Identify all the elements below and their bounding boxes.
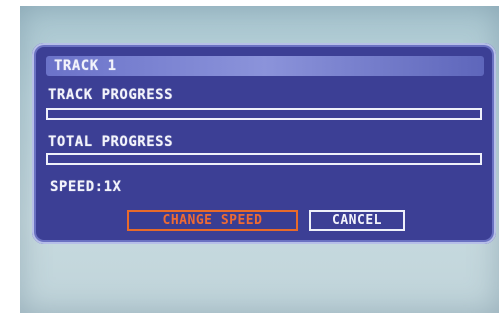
track-progress-label: TRACK PROGRESS: [48, 87, 174, 103]
track-progress-bar: [46, 108, 482, 120]
dialog-title: TRACK 1: [54, 58, 117, 74]
total-progress-label: TOTAL PROGRESS: [48, 134, 174, 150]
total-progress-bar: [46, 153, 482, 165]
speed-readout: SPEED:1X: [50, 179, 122, 195]
change-speed-button[interactable]: CHANGE SPEED: [127, 210, 298, 231]
cancel-button[interactable]: CANCEL: [309, 210, 405, 231]
photo-frame: TRACK 1 TRACK PROGRESS TOTAL PROGRESS SP…: [0, 0, 499, 313]
